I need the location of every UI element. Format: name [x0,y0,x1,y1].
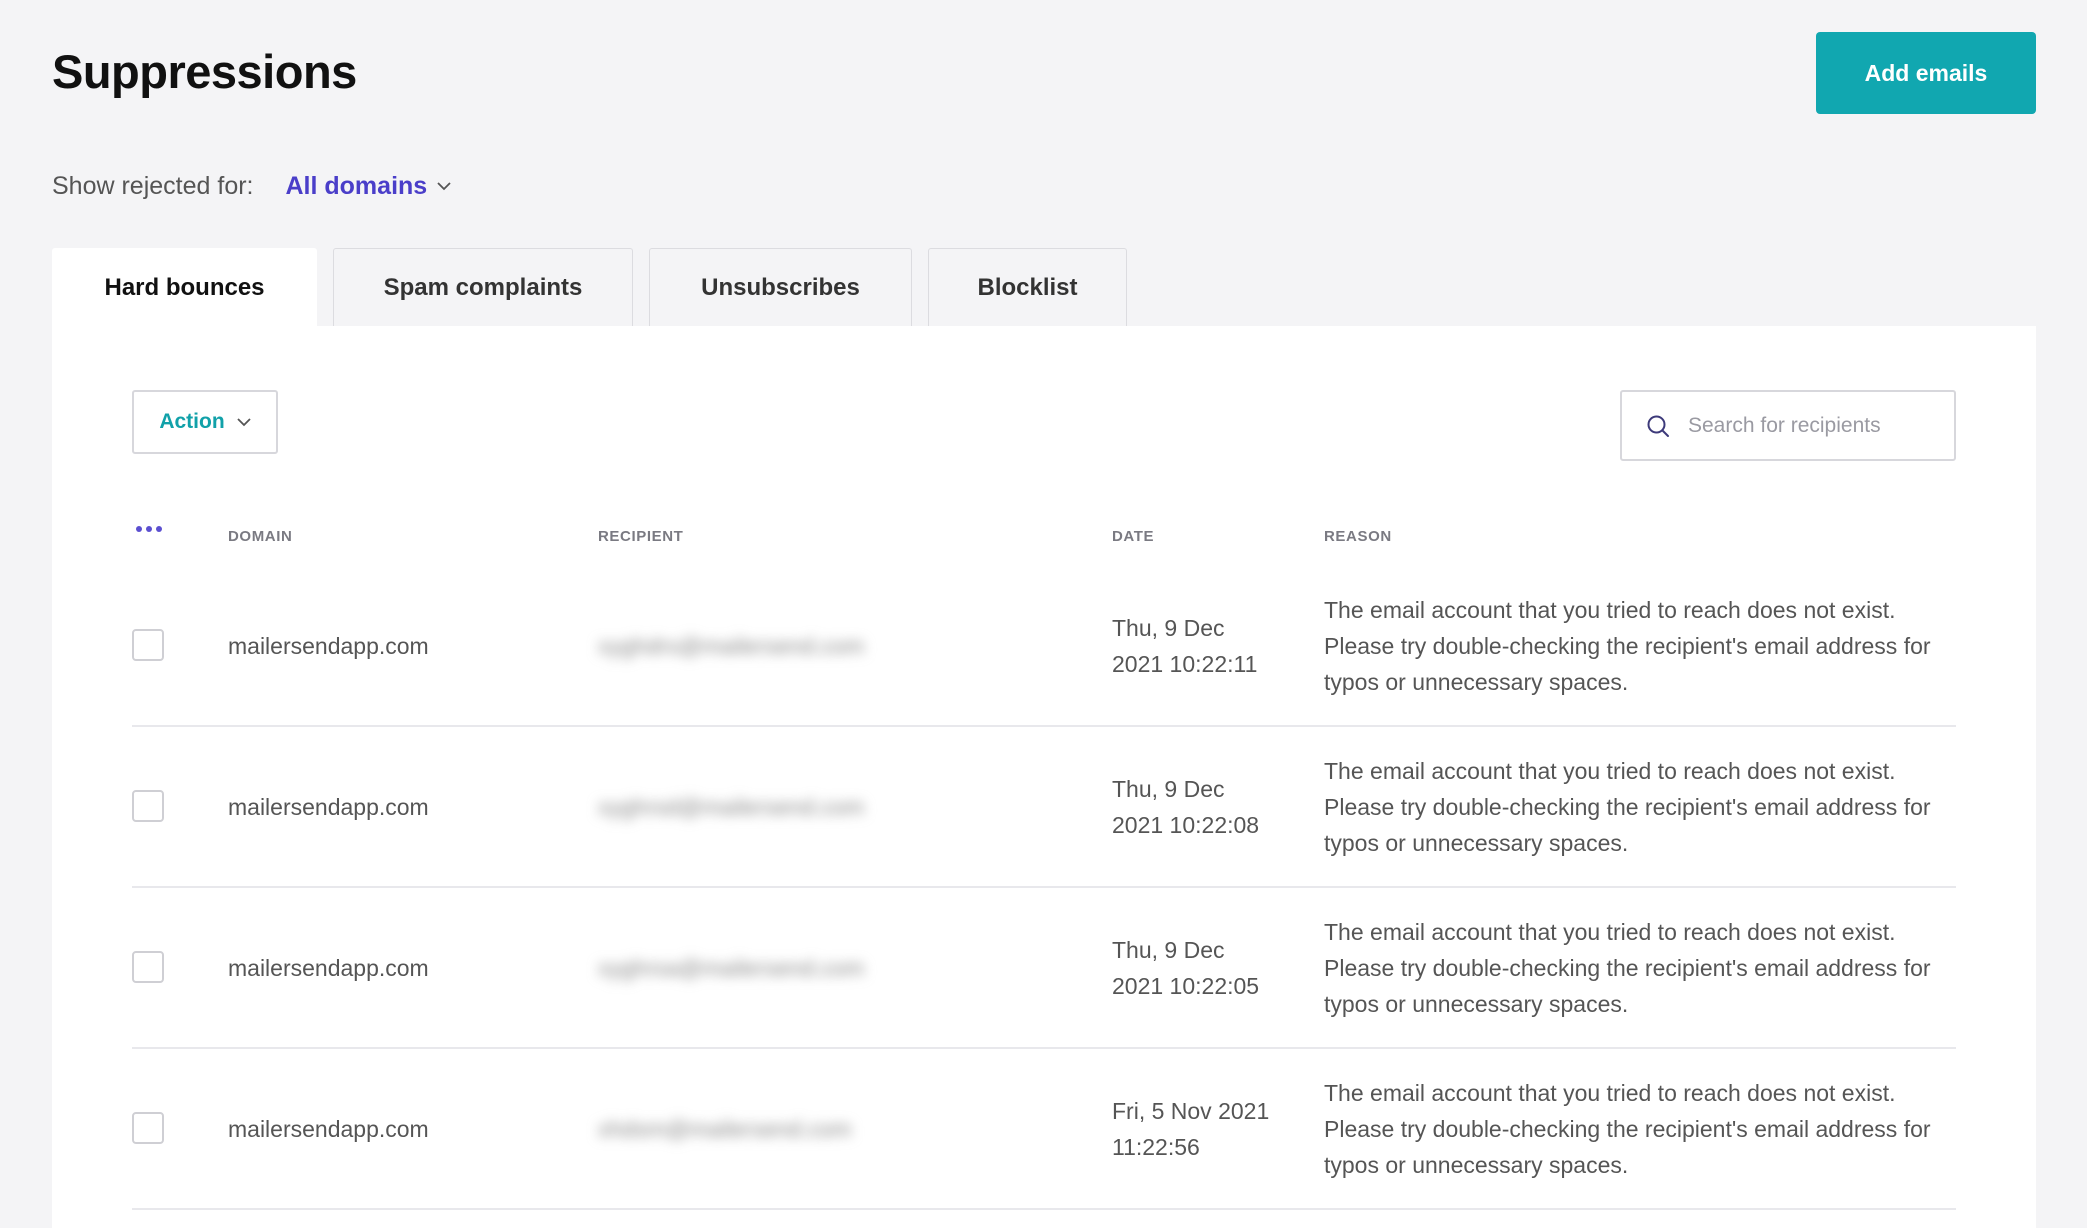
domain-filter-select[interactable]: All domains [286,172,452,201]
table-row: mailersendapp.com xyghrsa@mailersend.com… [132,888,1956,1049]
column-header-date[interactable]: DATE [1112,528,1154,545]
domain-filter-label: Show rejected for: [52,171,254,200]
cell-reason: The email account that you tried to reac… [1324,1079,1931,1178]
table-row: mailersendapp.com xyghdrs@mailersend.com… [132,566,1956,727]
column-header-recipient[interactable]: RECIPIENT [598,528,683,545]
action-label: Action [159,410,225,433]
cell-date: Thu, 9 Dec 2021 10:22:08 [1112,775,1260,838]
cell-date: Thu, 9 Dec 2021 10:22:11 [1112,614,1258,677]
row-checkbox[interactable] [132,789,164,822]
row-checkbox[interactable] [132,1111,164,1144]
suppressions-page: Suppressions Add emails Show rejected fo… [0,0,2087,1228]
cell-date: Fri, 5 Nov 2021 11:22:56 [1112,1097,1270,1160]
cell-recipient: xyghrsd@mailersend.com [598,793,865,820]
chevron-down-icon [237,417,251,426]
cell-recipient: xyghdrs@mailersend.com [598,632,865,659]
search-field[interactable] [1620,390,1956,461]
row-checkbox[interactable] [132,950,164,983]
search-icon [1647,415,1669,437]
cell-domain: mailersendapp.com [228,954,429,981]
more-dots-icon[interactable] [136,526,166,532]
cell-domain: mailersendapp.com [228,632,429,659]
tab-spam-complaints[interactable]: Spam complaints [333,248,633,326]
cell-reason: The email account that you tried to reac… [1324,918,1931,1017]
tab-hard-bounces[interactable]: Hard bounces [52,248,317,326]
tab-unsubscribes[interactable]: Unsubscribes [649,248,912,326]
page-title: Suppressions [52,45,357,98]
tab-bar: Hard bounces Spam complaints Unsubscribe… [52,248,1143,326]
cell-date: Thu, 9 Dec 2021 10:22:05 [1112,936,1260,999]
row-checkbox[interactable] [132,628,164,661]
action-dropdown-button[interactable]: Action [132,390,278,454]
cell-reason: The email account that you tried to reac… [1324,596,1931,695]
table-header: DOMAIN RECIPIENT DATE REASON [132,518,1956,558]
column-header-reason[interactable]: REASON [1324,528,1392,545]
cell-recipient: xyghrsa@mailersend.com [598,954,865,981]
cell-domain: mailersendapp.com [228,1115,429,1142]
cell-reason: The email account that you tried to reac… [1324,757,1931,856]
domain-filter-value: All domains [285,171,428,200]
table-row: mailersendapp.com xhdsm@mailersend.com F… [132,1049,1956,1210]
tab-blocklist[interactable]: Blocklist [928,248,1127,326]
cell-domain: mailersendapp.com [228,793,429,820]
cell-recipient: xhdsm@mailersend.com [598,1115,852,1142]
search-input[interactable] [1688,413,1938,438]
domain-filter: Show rejected for: All domains [52,170,451,202]
add-emails-button[interactable]: Add emails [1816,32,2036,114]
table-row: mailersendapp.com xyghrsd@mailersend.com… [132,727,1956,888]
column-header-domain[interactable]: DOMAIN [228,528,292,545]
chevron-down-icon [437,181,451,190]
suppressions-panel: Action DOMAIN RECIPIENT DATE REASON mail… [52,326,2036,1228]
table-body: mailersendapp.com xyghdrs@mailersend.com… [132,566,1956,1210]
